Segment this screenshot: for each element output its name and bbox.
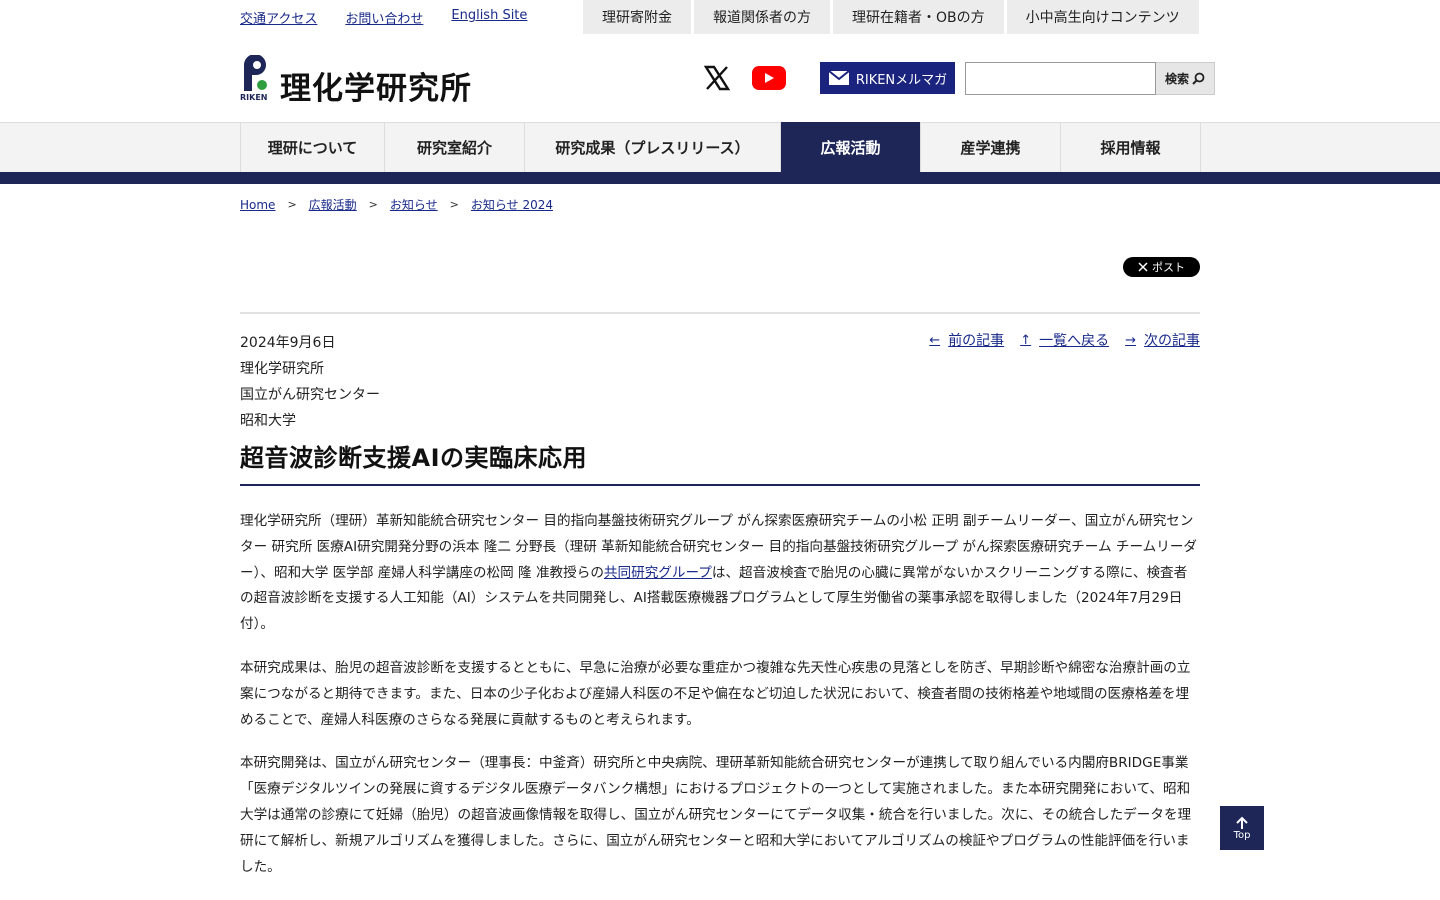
- article-paragraph: 本研究成果は、胎児の超音波診断を支援するとともに、早急に治療が必要な重症かつ複雑…: [240, 659, 1191, 728]
- tab-press[interactable]: 報道関係者の方: [694, 0, 830, 34]
- nav-public-relations[interactable]: 広報活動: [781, 122, 921, 172]
- article-navigation: ← 前の記事 ↑ 一覧へ戻る → 次の記事: [929, 330, 1200, 350]
- article-date: 2024年9月6日: [240, 335, 336, 351]
- utility-links: 交通アクセス お問い合わせ English Site: [240, 8, 527, 27]
- english-site-link[interactable]: English Site: [451, 8, 527, 27]
- back-to-list-label: 一覧へ戻る: [1039, 333, 1110, 349]
- arrow-left-icon: ←: [929, 332, 941, 348]
- contact-link[interactable]: お問い合わせ: [345, 8, 423, 27]
- prev-article-label: 前の記事: [948, 333, 1005, 349]
- article-meta: 2024年9月6日 理化学研究所 国立がん研究センター 昭和大学: [240, 330, 380, 434]
- breadcrumb-news[interactable]: お知らせ: [390, 196, 438, 213]
- search-label: 検索: [1164, 71, 1189, 86]
- breadcrumb-separator: >: [368, 198, 378, 211]
- header-tools: RIKENメルマガ 検索: [700, 61, 1215, 95]
- breadcrumb-separator: >: [287, 198, 297, 211]
- mail-magazine-button[interactable]: RIKENメルマガ: [820, 62, 955, 94]
- article-org: 国立がん研究センター: [240, 387, 380, 403]
- access-link[interactable]: 交通アクセス: [240, 8, 317, 27]
- article-org: 昭和大学: [240, 413, 296, 429]
- arrow-right-icon: →: [1125, 332, 1136, 348]
- next-article-link[interactable]: → 次の記事: [1125, 330, 1200, 350]
- back-to-top-label: Top: [1233, 829, 1251, 841]
- breadcrumb-news-2024[interactable]: お知らせ 2024: [471, 196, 553, 213]
- tab-staff-ob[interactable]: 理研在籍者・OBの方: [833, 0, 1004, 34]
- article-paragraph: 本研究開発は、国立がん研究センター（理事長：中釜斉）研究所と中央病院、理研革新知…: [240, 755, 1192, 875]
- breadcrumb-pr[interactable]: 広報活動: [309, 196, 357, 213]
- joint-research-group-link[interactable]: 共同研究グループ: [604, 565, 712, 581]
- search-input[interactable]: [965, 61, 1156, 95]
- global-nav-underline: [0, 172, 1440, 184]
- nav-press-release[interactable]: 研究成果（プレスリリース）: [525, 122, 781, 172]
- back-to-list-link[interactable]: ↑ 一覧へ戻る: [1020, 330, 1109, 350]
- article-org: 理化学研究所: [240, 361, 324, 377]
- article-title: 超音波診断支援AIの実臨床応用: [240, 444, 588, 472]
- mail-magazine-label: RIKENメルマガ: [855, 72, 948, 88]
- nav-industry[interactable]: 産学連携: [921, 122, 1061, 172]
- x-post-label: ポスト: [1152, 261, 1185, 274]
- youtube-icon[interactable]: [752, 66, 786, 90]
- arrow-up-icon: ↑: [1020, 332, 1032, 348]
- search-button[interactable]: 検索: [1156, 61, 1215, 95]
- nav-about[interactable]: 理研について: [241, 122, 385, 172]
- tab-donation[interactable]: 理研寄附金: [583, 0, 691, 34]
- article-paragraph: 理化学研究所（理研）革新知能統合研究センター 目的指向基盤技術研究グループ がん…: [240, 509, 1200, 638]
- x-post-button[interactable]: ポスト: [1123, 257, 1200, 277]
- search-icon: [1192, 72, 1205, 85]
- breadcrumb: Home > 広報活動 > お知らせ > お知らせ 2024: [240, 196, 553, 213]
- tab-students[interactable]: 小中高生向けコンテンツ: [1006, 0, 1199, 34]
- arrow-up-icon: [1236, 816, 1248, 829]
- svg-text:RIKEN: RIKEN: [240, 93, 268, 101]
- nav-recruit[interactable]: 採用情報: [1061, 122, 1201, 172]
- top-tabs: 理研寄附金 報道関係者の方 理研在籍者・OBの方 小中高生向けコンテンツ: [583, 0, 1199, 34]
- back-to-top-button[interactable]: Top: [1220, 806, 1264, 850]
- x-icon: [1138, 262, 1148, 272]
- breadcrumb-separator: >: [449, 198, 459, 211]
- breadcrumb-home[interactable]: Home: [240, 198, 275, 212]
- divider: [240, 312, 1200, 314]
- riken-logo[interactable]: RIKEN 理化学研究所: [240, 54, 472, 108]
- nav-labs[interactable]: 研究室紹介: [385, 122, 525, 172]
- title-divider: [240, 484, 1200, 486]
- prev-article-link[interactable]: ← 前の記事: [929, 330, 1004, 350]
- global-nav: 理研について 研究室紹介 研究成果（プレスリリース） 広報活動 産学連携 採用情…: [240, 122, 1201, 172]
- riken-logo-mark: RIKEN: [240, 54, 270, 102]
- mail-icon: [828, 70, 850, 85]
- logo-title: 理化学研究所: [280, 71, 472, 107]
- article-body: 理化学研究所（理研）革新知能統合研究センター 目的指向基盤技術研究グループ がん…: [240, 509, 1200, 898]
- next-article-label: 次の記事: [1144, 333, 1200, 349]
- x-twitter-icon[interactable]: [700, 61, 734, 95]
